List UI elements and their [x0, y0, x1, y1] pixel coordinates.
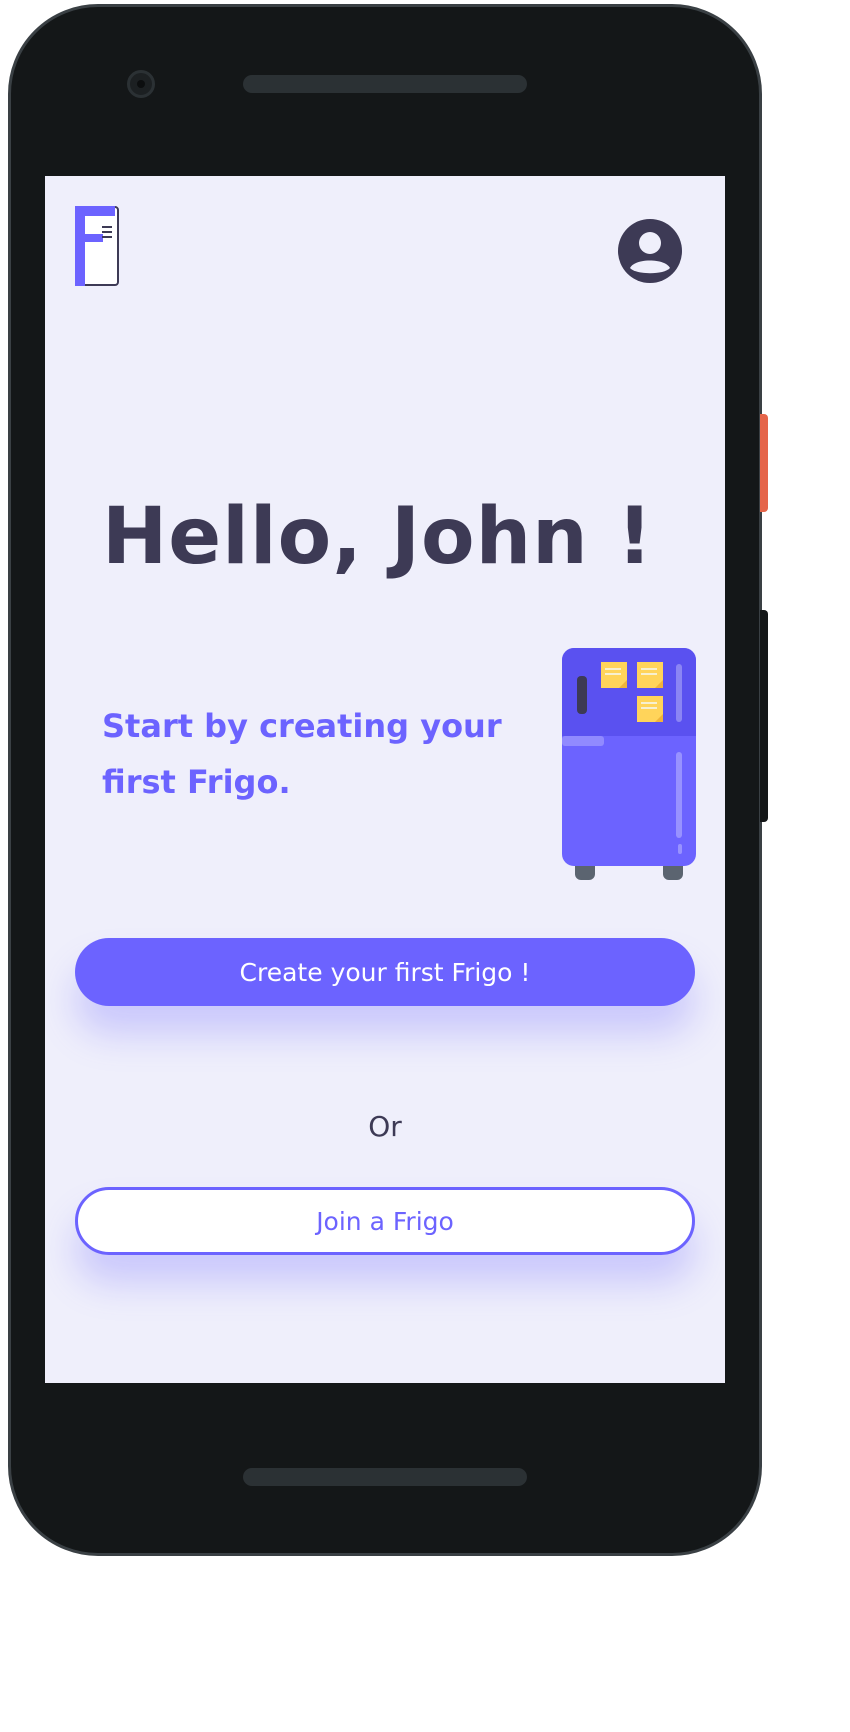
account-circle-icon[interactable] [617, 218, 683, 284]
onboarding-subtitle: Start by creating your first Frigo. [102, 707, 502, 801]
greeting-title: Hello, John ! [102, 492, 654, 582]
power-button [760, 414, 768, 512]
fridge-illustration [562, 648, 696, 882]
volume-button [760, 610, 768, 822]
app-screen: Hello, John ! Start by creating your fir… [45, 176, 725, 1383]
top-speaker [243, 75, 527, 93]
create-frigo-button[interactable]: Create your first Frigo ! [75, 938, 695, 1006]
join-frigo-button[interactable]: Join a Frigo [75, 1187, 695, 1255]
or-divider-label: Or [368, 1110, 402, 1143]
bottom-speaker [243, 1468, 527, 1486]
front-camera [127, 70, 155, 98]
fridge-logo-icon[interactable] [75, 206, 121, 286]
